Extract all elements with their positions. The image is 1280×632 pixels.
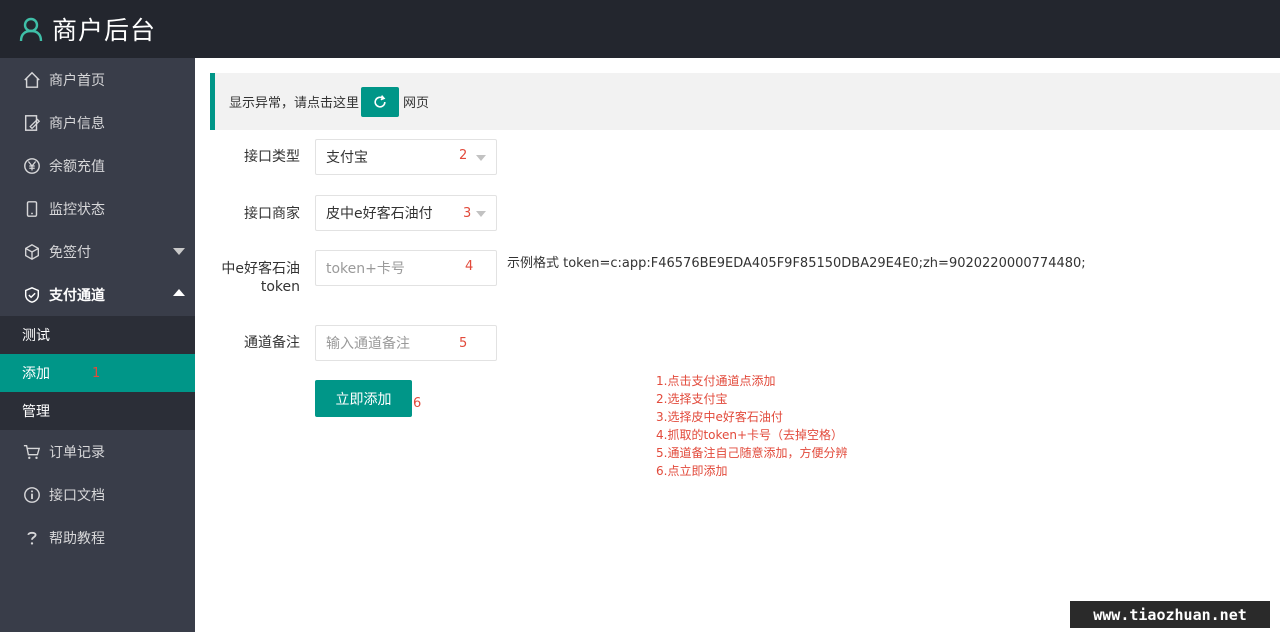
question-icon [22,528,42,548]
phone-icon [22,199,42,219]
sidebar-item-recharge[interactable]: 余额充值 [0,144,195,187]
instruction-item: 2.选择支付宝 [656,392,728,406]
chevron-down-icon [476,155,486,161]
notice-text: 显示异常，请点击这里 [229,96,360,111]
interface-merchant-select[interactable]: 皮中e好客石油付 3 [315,195,497,231]
edit-document-icon [22,113,42,133]
sidebar-subitem-add[interactable]: 添加 1 [0,354,195,392]
channel-remark-input[interactable]: 输入通道备注 5 [315,325,497,361]
sidebar-item-label: 商户首页 [49,72,105,89]
sidebar-item-label: 支付通道 [49,287,105,304]
step-annotation: 5 [459,336,468,351]
step-annotation: 4 [465,259,474,274]
sidebar-item-label: 商户信息 [49,115,105,132]
sidebar-item-label: 帮助教程 [49,530,105,547]
notice-text-suffix: 网页 [403,96,430,111]
interface-type-select[interactable]: 支付宝 2 [315,139,497,175]
sidebar-item-label: 免签付 [49,244,91,261]
top-header: 商户后台 [0,0,1280,58]
sidebar: 商户首页 商户信息 余额充值 监控状态 免签付 支付通道 测试 添加 1 管理 … [0,58,195,632]
sidebar-subitem-label: 管理 [22,404,50,420]
token-placeholder: token+卡号 [326,261,405,277]
instruction-item: 4.抓取的token+卡号（去掉空格） [656,428,844,442]
sidebar-subitem-manage[interactable]: 管理 [0,392,195,430]
notice-bar: 显示异常，请点击这里 网页 [210,73,1280,130]
sidebar-item-label: 监控状态 [49,201,105,218]
step-annotation: 6 [413,396,422,411]
refresh-icon [374,94,386,108]
app-logo[interactable]: 商户后台 [18,10,156,48]
token-example-text: 示例格式 token=c:app:F46576BE9EDA405F9F85150… [507,256,1086,271]
sidebar-subitem-label: 添加 [22,366,50,382]
add-now-button[interactable]: 立即添加 [315,380,412,417]
cart-icon [22,442,42,462]
chevron-down-icon [476,211,486,217]
token-label-line2: token [260,279,300,295]
sidebar-item-payment-channel[interactable]: 支付通道 [0,273,195,316]
token-input[interactable]: token+卡号 4 [315,250,497,286]
sidebar-subitem-label: 测试 [22,328,50,344]
sidebar-item-label: 余额充值 [49,158,105,175]
watermark: www.tiaozhuan.net [1070,601,1270,628]
instruction-item: 5.通道备注自己随意添加，方便分辨 [656,446,848,460]
home-icon [22,70,42,90]
sidebar-item-label: 订单记录 [49,444,105,461]
interface-merchant-label: 接口商家 [244,206,300,222]
cube-icon [22,242,42,262]
info-icon [22,485,42,505]
sidebar-item-monitor[interactable]: 监控状态 [0,187,195,230]
sidebar-item-label: 接口文档 [49,487,105,504]
token-label-line1: 中e好客石油 [221,261,300,277]
sidebar-item-help[interactable]: 帮助教程 [0,516,195,559]
interface-type-label: 接口类型 [244,149,300,165]
channel-remark-placeholder: 输入通道备注 [326,336,410,352]
user-icon [19,17,43,42]
sidebar-item-orders[interactable]: 订单记录 [0,430,195,473]
interface-type-value: 支付宝 [326,150,368,166]
step-annotation: 1 [92,365,101,381]
sidebar-item-free-sign[interactable]: 免签付 [0,230,195,273]
app-title: 商户后台 [52,16,157,45]
instructions-list: 1.点击支付通道点添加 2.选择支付宝 3.选择皮中e好客石油付 4.抓取的to… [656,372,847,480]
sidebar-item-api-docs[interactable]: 接口文档 [0,473,195,516]
instruction-item: 6.点立即添加 [656,464,728,478]
yen-icon [22,156,42,176]
instruction-item: 1.点击支付通道点添加 [656,374,776,388]
step-annotation: 2 [459,148,468,163]
chevron-up-icon [173,289,185,296]
refresh-button[interactable] [361,86,400,117]
instruction-item: 3.选择皮中e好客石油付 [656,410,783,424]
sidebar-subitem-test[interactable]: 测试 [0,316,195,354]
sidebar-item-merchant-info[interactable]: 商户信息 [0,101,195,144]
channel-remark-label: 通道备注 [244,335,300,351]
step-annotation: 3 [463,206,472,221]
chevron-down-icon [173,248,185,255]
sidebar-item-home[interactable]: 商户首页 [0,58,195,101]
shield-icon [22,285,42,305]
interface-merchant-value: 皮中e好客石油付 [326,206,433,222]
token-label: 中e好客石油 token [210,260,300,296]
